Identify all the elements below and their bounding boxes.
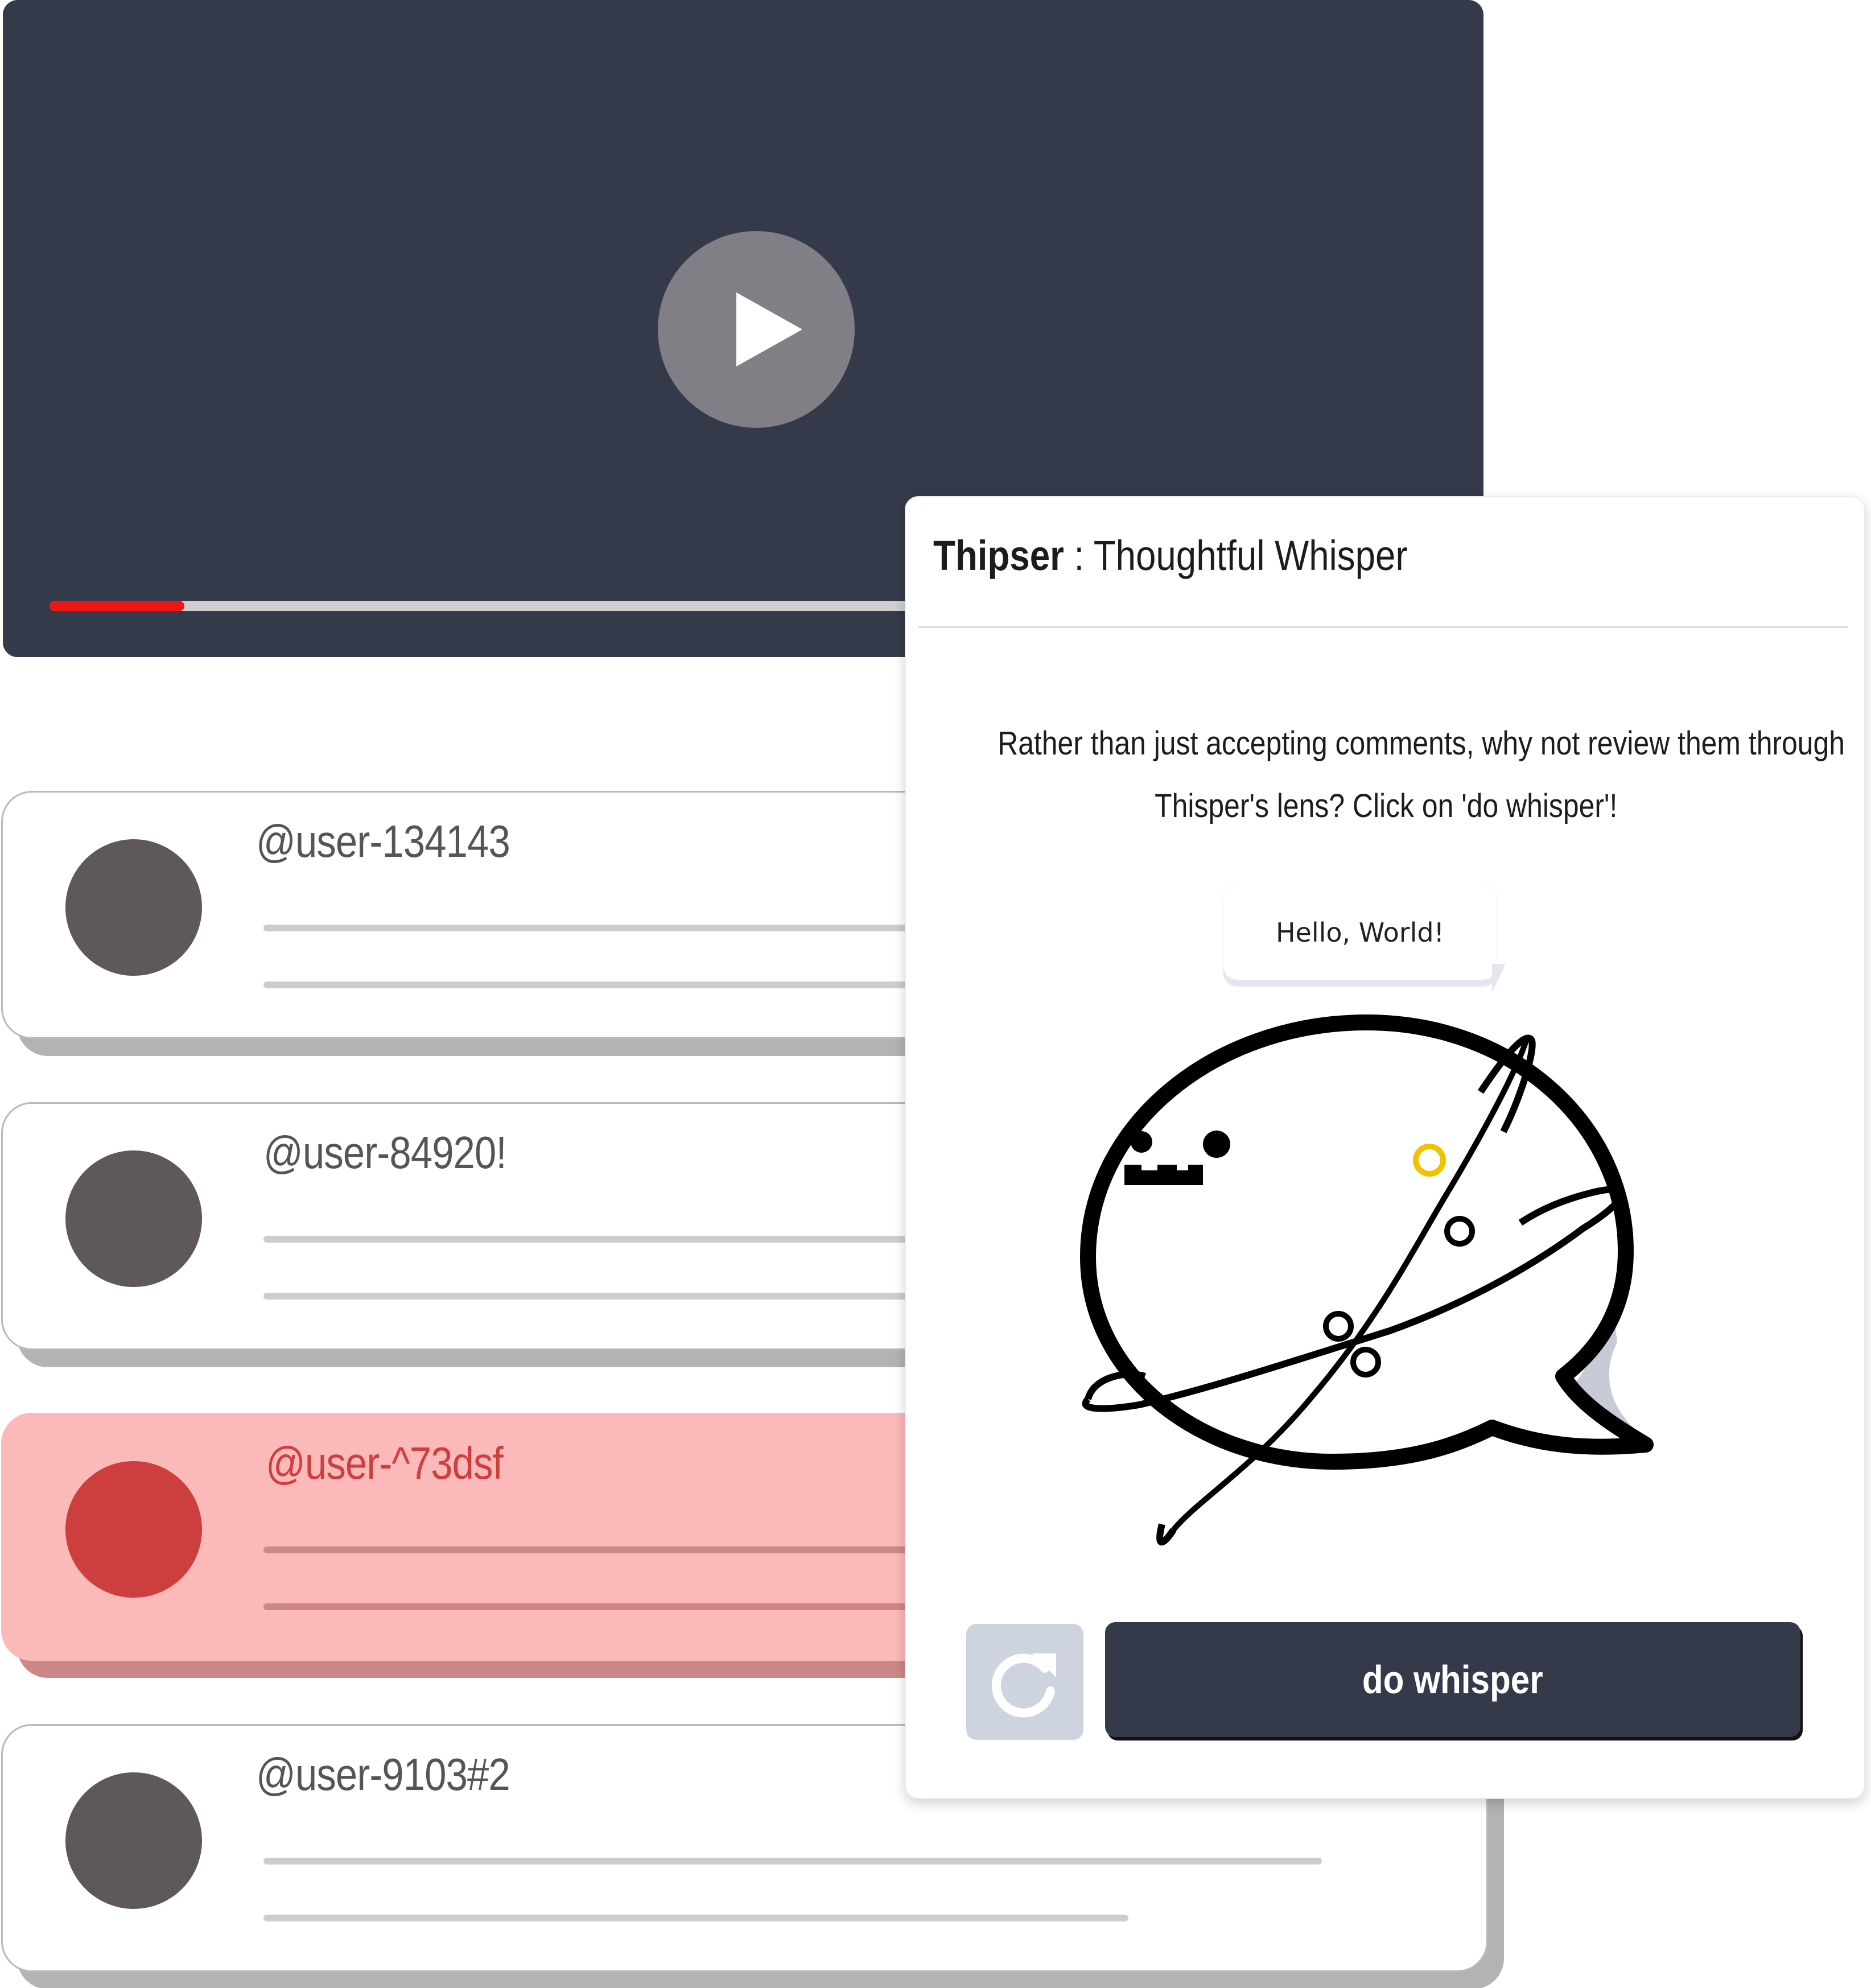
comment-username: @user-9103#2	[256, 1749, 510, 1800]
avatar	[65, 1772, 202, 1909]
panel-message-line: Thisper's lens? Click on 'do whisper'!	[1155, 787, 1618, 824]
comment-text-placeholder	[263, 1915, 1128, 1921]
thipser-mascot-icon	[1080, 1014, 1654, 1546]
do-whisper-button[interactable]: do whisper	[1105, 1622, 1800, 1737]
video-progress-fill	[50, 601, 184, 611]
speech-bubble: Hello, World!	[1223, 885, 1497, 980]
comment-username: @user-84920!	[263, 1127, 507, 1178]
avatar	[65, 839, 202, 976]
speech-bubble-tail	[1492, 964, 1506, 992]
refresh-icon	[992, 1653, 1056, 1718]
title-separator: :	[1064, 532, 1094, 579]
panel-message: Rather than just accepting comments, why…	[929, 712, 1845, 838]
refresh-button[interactable]	[966, 1624, 1083, 1740]
play-button[interactable]	[658, 231, 855, 428]
comment-username: @user-^73dsf	[266, 1438, 504, 1488]
panel-message-line: Rather than just accepting comments, why…	[998, 725, 1845, 762]
avatar	[65, 1461, 202, 1598]
divider	[918, 626, 1848, 628]
do-whisper-label: do whisper	[1362, 1657, 1543, 1702]
avatar	[65, 1150, 202, 1287]
brand-name: Thipser	[933, 532, 1064, 579]
comment-text-placeholder	[263, 1858, 1322, 1865]
play-icon	[736, 292, 802, 366]
thipser-panel: Thipser : Thoughtful Whisper Rather than…	[905, 496, 1865, 1799]
panel-title: Thipser : Thoughtful Whisper	[933, 531, 1408, 580]
panel-subtitle: Thoughtful Whisper	[1093, 532, 1408, 579]
comment-username: @user-134143	[256, 816, 510, 867]
